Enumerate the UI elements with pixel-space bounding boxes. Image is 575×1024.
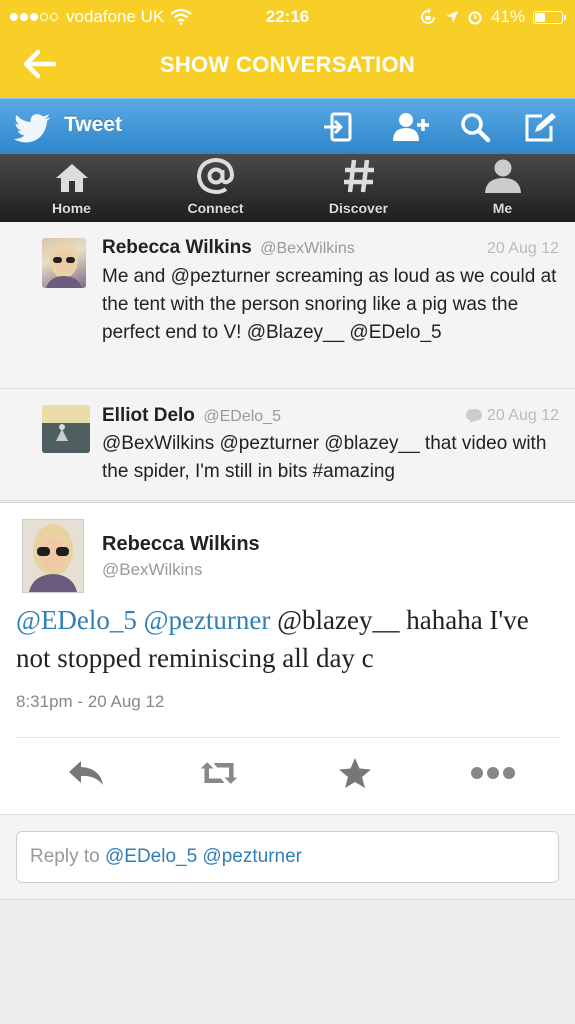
tweet-date: 20 Aug 12 [486, 240, 559, 257]
avatar-image [42, 405, 90, 453]
user-handle: @BexWilkins [260, 240, 355, 257]
location-icon [445, 11, 458, 23]
tab-home[interactable]: Home [0, 154, 143, 222]
main-tweet: Rebecca Wilkins @BexWilkins @EDelo_5 @pe… [0, 502, 575, 815]
tweet-text: Me and @pezturner screaming as loud as w… [102, 266, 557, 343]
conversation-list: Rebecca Wilkins @BexWilkins 20 Aug 12 Me… [0, 222, 575, 501]
tweet-header: Rebecca Wilkins @BexWilkins [102, 237, 355, 259]
tab-label: Home [52, 200, 91, 216]
avatar[interactable] [22, 519, 84, 593]
divider [16, 737, 559, 738]
page-title: SHOW CONVERSATION [159, 52, 416, 77]
reply-input[interactable]: Reply to @EDelo_5 @pezturner [16, 831, 559, 883]
more-button[interactable] [470, 753, 516, 793]
reply-mentions: @EDelo_5 @pezturner [104, 846, 302, 867]
alarm-icon [468, 11, 482, 25]
tweet-text: @BexWilkins @pezturner @blazey__ that vi… [102, 433, 547, 482]
hashtag-icon [343, 159, 374, 193]
tab-label: Connect [187, 200, 244, 216]
avatar-image [46, 242, 82, 288]
tweet-timestamp: 8:31pm - 20 Aug 12 [16, 692, 165, 711]
twitter-bird-icon [14, 114, 50, 143]
tab-me[interactable]: Me [431, 154, 574, 222]
tab-bar: Home Connect Discover Me [0, 154, 575, 222]
compose-icon[interactable] [522, 111, 558, 143]
tweet-header: Elliot Delo @EDelo_5 [102, 405, 281, 427]
at-icon [196, 158, 234, 194]
person-icon [484, 159, 521, 193]
tab-label: Discover [328, 200, 389, 216]
avatar[interactable] [42, 238, 86, 288]
home-icon [55, 164, 88, 192]
tab-label: Me [492, 200, 513, 216]
sign-in-icon[interactable] [320, 111, 356, 143]
conversation-tweet[interactable]: Rebecca Wilkins @BexWilkins 20 Aug 12 Me… [0, 222, 575, 389]
search-icon[interactable] [458, 111, 494, 143]
user-name[interactable]: Rebecca Wilkins [102, 237, 252, 258]
battery-percent: 41% [490, 7, 525, 26]
reply-prefix: Reply to [30, 846, 100, 867]
more-icon [471, 767, 515, 779]
tweet-date: 20 Aug 12 [486, 407, 559, 424]
toolbar-title: Tweet [64, 113, 122, 136]
conversation-tweet[interactable]: Elliot Delo @EDelo_5 20 Aug 12 @BexWilki… [0, 389, 575, 501]
user-name[interactable]: Elliot Delo [102, 405, 195, 426]
status-right: 41% [419, 7, 566, 27]
app-header: vodafone UK 22:16 41% SHOW CONVERSATION [0, 0, 575, 98]
mention-link[interactable]: @pezturner [144, 605, 271, 635]
retweet-button[interactable] [199, 753, 239, 793]
tweet-meta: 20 Aug 12 [465, 407, 559, 425]
status-bar: vodafone UK 22:16 41% [0, 0, 575, 34]
user-name[interactable]: Rebecca Wilkins [102, 533, 260, 556]
mention-link[interactable]: @EDelo_5 [16, 605, 137, 635]
retweet-icon [200, 762, 238, 784]
avatar-image [23, 520, 83, 592]
tab-discover[interactable]: Discover [287, 154, 430, 222]
reply-icon [69, 761, 103, 785]
add-user-icon[interactable] [389, 111, 431, 143]
twitter-toolbar: Tweet [0, 98, 575, 154]
user-handle: @BexWilkins [102, 560, 203, 579]
avatar[interactable] [42, 405, 90, 453]
user-handle: @EDelo_5 [203, 408, 281, 425]
tab-connect[interactable]: Connect [144, 154, 287, 222]
reply-bubble-icon [465, 409, 482, 423]
favorite-button[interactable] [335, 753, 375, 793]
reply-button[interactable] [66, 753, 106, 793]
battery-icon [533, 10, 566, 24]
tweet-text: @EDelo_5 @pezturner @blazey__ hahaha I'v… [16, 601, 561, 677]
rotation-lock-icon [421, 8, 435, 24]
star-icon [339, 758, 371, 788]
reply-area: Reply to @EDelo_5 @pezturner [0, 814, 575, 900]
